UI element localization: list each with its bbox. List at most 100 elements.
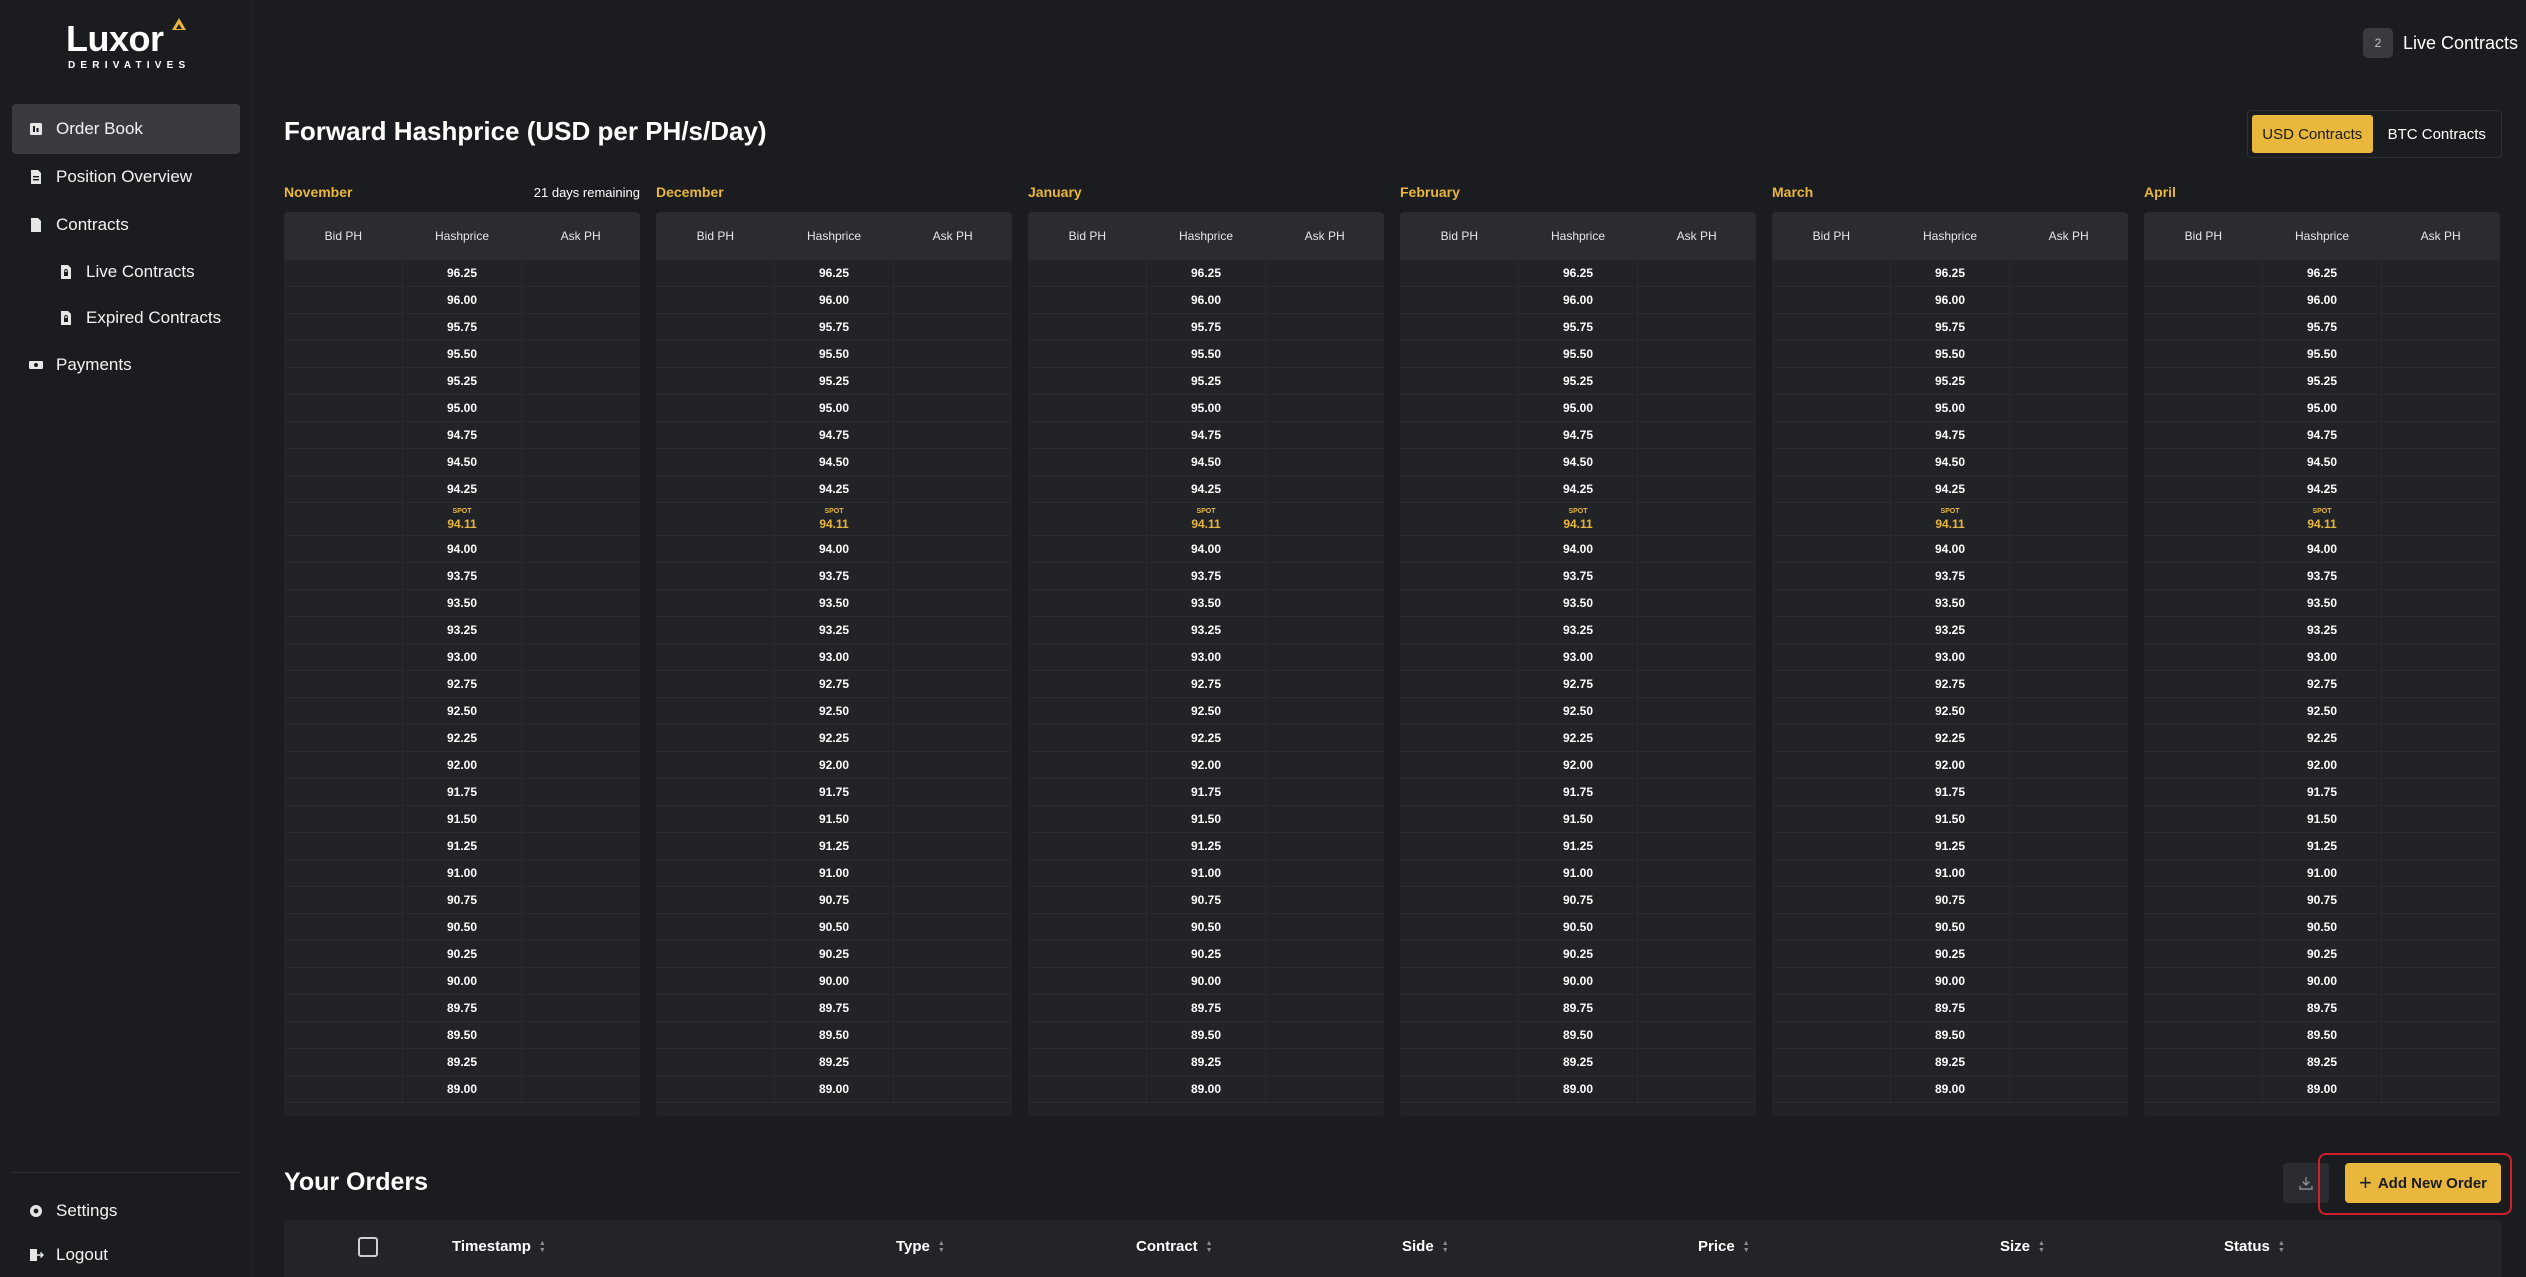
bid-cell[interactable] (1400, 860, 1518, 886)
bid-cell[interactable] (656, 503, 774, 535)
ask-cell[interactable] (2010, 368, 2128, 394)
ask-cell[interactable] (522, 476, 640, 502)
bid-cell[interactable] (1400, 914, 1518, 940)
ask-cell[interactable] (1266, 503, 1384, 535)
ask-cell[interactable] (2010, 833, 2128, 859)
ask-cell[interactable] (1266, 860, 1384, 886)
bid-cell[interactable] (1028, 941, 1146, 967)
ask-cell[interactable] (522, 395, 640, 421)
ask-cell[interactable] (522, 341, 640, 367)
ask-cell[interactable] (894, 590, 1012, 616)
bid-cell[interactable] (656, 725, 774, 751)
ask-cell[interactable] (1266, 779, 1384, 805)
ask-cell[interactable] (2010, 314, 2128, 340)
ask-cell[interactable] (2382, 422, 2500, 448)
ask-cell[interactable] (1638, 1049, 1756, 1075)
bid-cell[interactable] (284, 1049, 402, 1075)
ask-cell[interactable] (2382, 287, 2500, 313)
bid-cell[interactable] (1400, 671, 1518, 697)
ask-cell[interactable] (2010, 590, 2128, 616)
bid-cell[interactable] (656, 395, 774, 421)
column-header-status[interactable]: Status ▲ ▼ (2224, 1238, 2285, 1255)
bid-cell[interactable] (2144, 752, 2262, 778)
ask-cell[interactable] (894, 860, 1012, 886)
bid-cell[interactable] (1028, 395, 1146, 421)
bid-cell[interactable] (284, 260, 402, 286)
column-header-contract[interactable]: Contract ▲ ▼ (1136, 1238, 1213, 1255)
ask-cell[interactable] (522, 617, 640, 643)
ask-cell[interactable] (894, 617, 1012, 643)
bid-cell[interactable] (656, 314, 774, 340)
bid-cell[interactable] (284, 1022, 402, 1048)
bid-cell[interactable] (1772, 914, 1890, 940)
column-header-side[interactable]: Side ▲ ▼ (1402, 1238, 1449, 1255)
bid-cell[interactable] (2144, 341, 2262, 367)
ask-cell[interactable] (2010, 887, 2128, 913)
ask-cell[interactable] (2010, 671, 2128, 697)
bid-cell[interactable] (656, 449, 774, 475)
ask-cell[interactable] (1638, 422, 1756, 448)
bid-cell[interactable] (2144, 476, 2262, 502)
bid-cell[interactable] (284, 806, 402, 832)
bid-cell[interactable] (656, 671, 774, 697)
ask-cell[interactable] (2010, 698, 2128, 724)
ask-cell[interactable] (1638, 536, 1756, 562)
ask-cell[interactable] (1266, 671, 1384, 697)
bid-cell[interactable] (1400, 503, 1518, 535)
bid-cell[interactable] (656, 995, 774, 1021)
ask-cell[interactable] (1266, 287, 1384, 313)
column-header-type[interactable]: Type ▲ ▼ (896, 1238, 945, 1255)
ask-cell[interactable] (2010, 725, 2128, 751)
ask-cell[interactable] (1266, 833, 1384, 859)
ask-cell[interactable] (2010, 860, 2128, 886)
bid-cell[interactable] (656, 941, 774, 967)
ask-cell[interactable] (894, 476, 1012, 502)
bid-cell[interactable] (1400, 833, 1518, 859)
bid-cell[interactable] (1772, 260, 1890, 286)
ask-cell[interactable] (1638, 806, 1756, 832)
bid-cell[interactable] (656, 617, 774, 643)
ask-cell[interactable] (2010, 644, 2128, 670)
bid-cell[interactable] (2144, 887, 2262, 913)
ask-cell[interactable] (2382, 806, 2500, 832)
bid-cell[interactable] (1772, 503, 1890, 535)
bid-cell[interactable] (1028, 314, 1146, 340)
ask-cell[interactable] (1638, 449, 1756, 475)
ask-cell[interactable] (2382, 1049, 2500, 1075)
bid-cell[interactable] (1400, 422, 1518, 448)
bid-cell[interactable] (656, 914, 774, 940)
ask-cell[interactable] (2010, 617, 2128, 643)
ask-cell[interactable] (522, 698, 640, 724)
bid-cell[interactable] (1772, 644, 1890, 670)
ask-cell[interactable] (522, 887, 640, 913)
bid-cell[interactable] (2144, 287, 2262, 313)
bid-cell[interactable] (656, 1076, 774, 1102)
ask-cell[interactable] (894, 449, 1012, 475)
bid-cell[interactable] (656, 1049, 774, 1075)
sidebar-item-payments[interactable]: Payments (12, 340, 240, 390)
bid-cell[interactable] (1400, 563, 1518, 589)
bid-cell[interactable] (656, 536, 774, 562)
bid-cell[interactable] (284, 422, 402, 448)
bid-cell[interactable] (1400, 1022, 1518, 1048)
bid-cell[interactable] (1028, 476, 1146, 502)
bid-cell[interactable] (656, 260, 774, 286)
ask-cell[interactable] (1266, 995, 1384, 1021)
ask-cell[interactable] (894, 779, 1012, 805)
ask-cell[interactable] (2010, 395, 2128, 421)
bid-cell[interactable] (1772, 314, 1890, 340)
ask-cell[interactable] (894, 314, 1012, 340)
bid-cell[interactable] (1772, 671, 1890, 697)
bid-cell[interactable] (1028, 968, 1146, 994)
bid-cell[interactable] (1772, 968, 1890, 994)
bid-cell[interactable] (1028, 995, 1146, 1021)
bid-cell[interactable] (656, 476, 774, 502)
ask-cell[interactable] (894, 725, 1012, 751)
ask-cell[interactable] (894, 260, 1012, 286)
bid-cell[interactable] (1028, 725, 1146, 751)
ask-cell[interactable] (1638, 941, 1756, 967)
ask-cell[interactable] (2382, 563, 2500, 589)
bid-cell[interactable] (1028, 1049, 1146, 1075)
ask-cell[interactable] (1638, 779, 1756, 805)
sidebar-item-expired-contracts[interactable]: Expired Contracts (12, 294, 240, 342)
